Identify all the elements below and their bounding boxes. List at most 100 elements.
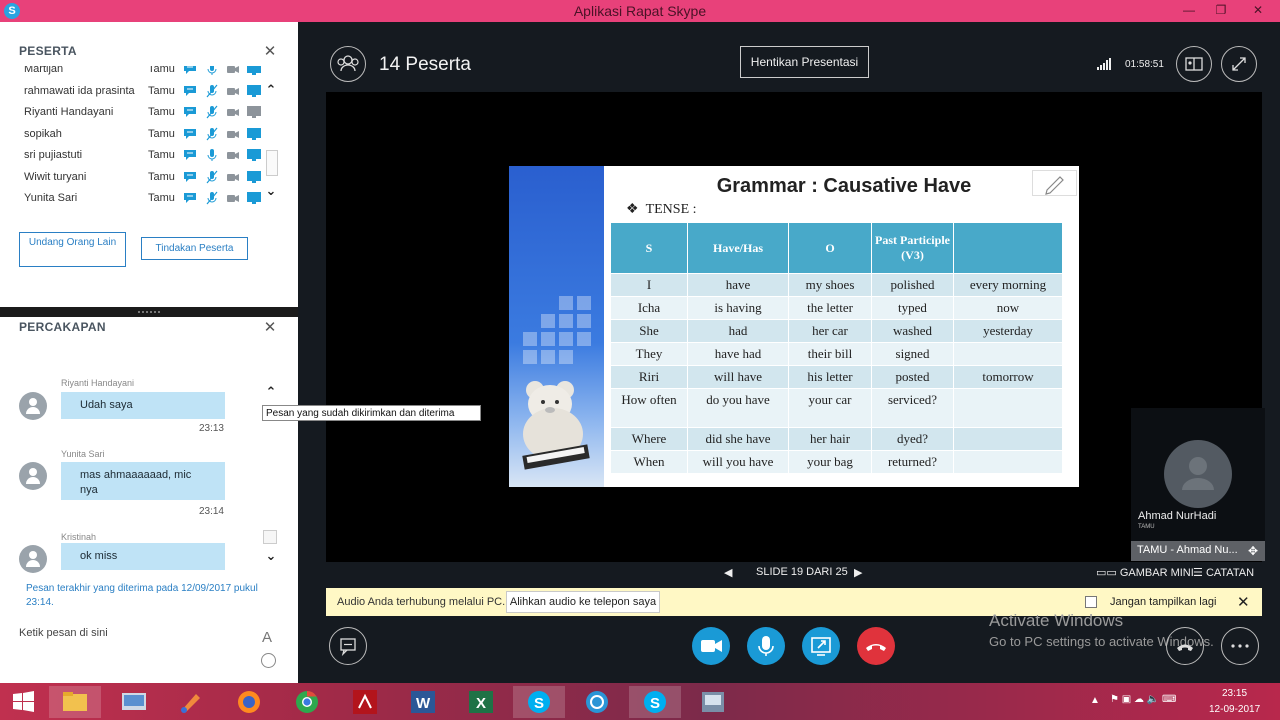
chat-icon[interactable] (183, 191, 197, 205)
participants-toggle-icon[interactable] (330, 46, 366, 82)
message-bubble: ok miss (61, 543, 225, 570)
chat-icon[interactable] (183, 170, 197, 184)
emoticon-icon[interactable] (261, 653, 276, 668)
participant-row[interactable]: sri pujiastuti Tamu (0, 145, 280, 166)
chat-icon[interactable] (183, 66, 197, 76)
chat-scrollbar[interactable] (263, 530, 277, 544)
invite-people-button[interactable]: Undang Orang Lain (19, 232, 126, 267)
chat-scroll-up-icon[interactable]: ⌃ (264, 385, 278, 398)
screen-share-icon[interactable] (247, 127, 261, 141)
text-format-icon[interactable]: A (262, 629, 272, 646)
participant-actions-button[interactable]: Tindakan Peserta (141, 237, 248, 260)
tray-icons[interactable]: ⚑ ▣ ☁ 🔈 ⌨ (1110, 694, 1176, 705)
last-message-note: Pesan terakhir yang diterima pada 12/09/… (26, 583, 258, 608)
mic-icon[interactable] (205, 66, 219, 76)
thumbnails-icon: ▭▭ (1096, 567, 1117, 579)
table-header-row: S Have/Has O Past Participle (V3) (611, 223, 1062, 273)
screen-share-icon[interactable] (247, 148, 261, 162)
switch-audio-button[interactable]: Alihkan audio ke telepon saya (506, 591, 660, 613)
media-app-icon[interactable] (687, 686, 739, 718)
word-icon[interactable]: W (397, 686, 449, 718)
video-button[interactable] (692, 627, 730, 665)
participant-row[interactable]: Riyanti Handayani Tamu (0, 102, 280, 123)
close-window-button[interactable]: ✕ (1238, 0, 1278, 22)
participant-scroll-down-icon[interactable]: ⌄ (264, 184, 278, 197)
dial-pad-icon[interactable] (1166, 627, 1204, 665)
message-input[interactable]: Ketik pesan di sini (19, 627, 108, 639)
more-options-icon[interactable] (1221, 627, 1259, 665)
participant-video-tile[interactable]: Ahmad NurHadi TAMU (1131, 408, 1265, 541)
stop-presenting-button[interactable]: Hentikan Presentasi (740, 46, 869, 78)
notes-button[interactable]: ☰ CATATAN (1193, 566, 1254, 579)
start-button[interactable] (0, 686, 52, 718)
camera-icon[interactable] (226, 84, 240, 98)
skype-meeting-taskbar-icon[interactable]: S (629, 686, 681, 718)
chrome-icon[interactable] (281, 686, 333, 718)
divider-grip[interactable] (138, 311, 160, 313)
hang-up-button[interactable] (857, 627, 895, 665)
participant-row[interactable]: rahmawati ida prasinta Tamu (0, 81, 280, 102)
mic-muted-icon[interactable] (205, 127, 219, 141)
acrobat-icon[interactable] (339, 686, 391, 718)
restore-button[interactable]: ❐ (1206, 0, 1236, 22)
control-panel-icon[interactable] (108, 686, 160, 718)
annotate-pencil-icon[interactable] (1032, 170, 1077, 196)
chat-icon[interactable] (183, 84, 197, 98)
mic-muted-icon[interactable] (205, 191, 219, 205)
screen-share-icon[interactable] (247, 105, 261, 119)
video-label[interactable]: TAMU - Ahmad Nu... (1131, 541, 1265, 561)
mic-muted-icon[interactable] (205, 84, 219, 98)
screen-share-icon[interactable] (247, 170, 261, 184)
camera-icon[interactable] (226, 148, 240, 162)
grammar-table: S Have/Has O Past Participle (V3) Ihave m… (610, 222, 1063, 474)
camera-icon[interactable] (226, 105, 240, 119)
call-quality-icon[interactable] (1097, 58, 1111, 70)
participant-row[interactable]: Martijan Tamu (0, 66, 280, 80)
file-explorer-icon[interactable] (49, 686, 101, 718)
layout-toggle-icon[interactable] (1176, 46, 1212, 82)
skype-taskbar-icon[interactable]: S (513, 686, 565, 718)
lync-icon[interactable] (571, 686, 623, 718)
chat-toggle-icon[interactable] (329, 627, 367, 665)
microphone-button[interactable] (747, 627, 785, 665)
camera-icon[interactable] (226, 127, 240, 141)
participant-scroll-up-icon[interactable]: ⌃ (264, 83, 278, 96)
screen-share-icon[interactable] (247, 191, 261, 205)
move-handle-icon[interactable]: ✥ (1248, 544, 1258, 558)
firefox-icon[interactable] (223, 686, 275, 718)
thumbnails-button[interactable]: ▭▭ GAMBAR MINI (1096, 566, 1194, 579)
close-participants-button[interactable]: ✕ (263, 44, 277, 59)
chat-icon[interactable] (183, 148, 197, 162)
dont-show-checkbox[interactable] (1085, 596, 1097, 608)
camera-icon[interactable] (226, 191, 240, 205)
chat-scroll-down-icon[interactable]: ⌄ (264, 549, 278, 562)
mic-icon[interactable] (205, 148, 219, 162)
camera-icon[interactable] (226, 66, 240, 76)
close-audio-bar-icon[interactable]: ✕ (1237, 593, 1250, 611)
minimize-button[interactable]: — (1174, 0, 1204, 22)
next-slide-icon[interactable]: ▶ (854, 566, 862, 579)
screen-share-icon[interactable] (247, 66, 261, 76)
clock-time[interactable]: 23:15 (1222, 688, 1247, 699)
mic-muted-icon[interactable] (205, 105, 219, 119)
panel-divider[interactable] (0, 307, 298, 317)
chat-icon[interactable] (183, 105, 197, 119)
excel-icon[interactable]: X (455, 686, 507, 718)
chat-icon[interactable] (183, 127, 197, 141)
fullscreen-icon[interactable] (1221, 46, 1257, 82)
share-screen-button[interactable] (802, 627, 840, 665)
clock-date[interactable]: 12-09-2017 (1209, 704, 1260, 715)
participant-scrollbar[interactable] (266, 150, 278, 176)
table-cell: now (954, 297, 1062, 319)
participant-row[interactable]: sopikah Tamu (0, 124, 280, 145)
participant-row[interactable]: Wiwit turyani Tamu (0, 167, 280, 188)
close-conversation-button[interactable]: ✕ (263, 320, 277, 335)
message-sender: Yunita Sari (61, 449, 105, 459)
mic-muted-icon[interactable] (205, 170, 219, 184)
show-hidden-icons[interactable]: ▲ (1090, 695, 1100, 706)
paint-icon[interactable] (166, 686, 218, 718)
previous-slide-icon[interactable]: ◀ (724, 566, 732, 579)
camera-icon[interactable] (226, 170, 240, 184)
participant-row[interactable]: Yunita Sari Tamu (0, 188, 280, 208)
screen-share-icon[interactable] (247, 84, 261, 98)
